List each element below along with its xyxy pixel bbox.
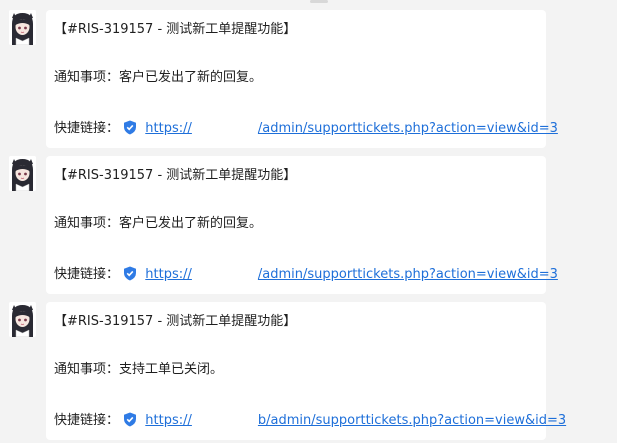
redacted-domain bbox=[191, 267, 258, 280]
chat-message: 【#RIS-319157 - 测试新工单提醒功能】 通知事项：客户已发出了新的回… bbox=[0, 156, 617, 294]
avatar[interactable] bbox=[9, 302, 36, 337]
quick-link-row: 快捷链接： https:///admin/supporttickets.php?… bbox=[54, 266, 558, 283]
quick-link-label: 快捷链接： bbox=[54, 267, 120, 282]
scroll-indicator bbox=[310, 0, 328, 3]
ticket-title: 【#RIS-319157 - 测试新工单提醒功能】 bbox=[54, 314, 297, 329]
avatar[interactable] bbox=[9, 10, 36, 45]
ticket-title: 【#RIS-319157 - 测试新工单提醒功能】 bbox=[54, 168, 297, 183]
shield-check-icon bbox=[124, 120, 137, 135]
ticket-title: 【#RIS-319157 - 测试新工单提醒功能】 bbox=[54, 22, 297, 37]
redacted-domain bbox=[191, 121, 258, 134]
avatar[interactable] bbox=[9, 156, 36, 191]
notice-text: 通知事项：客户已发出了新的回复。 bbox=[54, 70, 263, 85]
message-bubble: 【#RIS-319157 - 测试新工单提醒功能】 通知事项：支持工单已关闭。 … bbox=[46, 302, 566, 440]
redacted-domain bbox=[191, 413, 258, 426]
chat-message: 【#RIS-319157 - 测试新工单提醒功能】 通知事项：支持工单已关闭。 … bbox=[0, 302, 617, 440]
notice-text: 通知事项：客户已发出了新的回复。 bbox=[54, 216, 263, 231]
message-bubble: 【#RIS-319157 - 测试新工单提醒功能】 通知事项：客户已发出了新的回… bbox=[46, 156, 558, 294]
quick-link-row: 快捷链接： https:///admin/supporttickets.php?… bbox=[54, 120, 558, 137]
shield-check-icon bbox=[124, 412, 137, 427]
notice-text: 通知事项：支持工单已关闭。 bbox=[54, 362, 224, 377]
quick-link-row: 快捷链接： https://b/admin/supporttickets.php… bbox=[54, 412, 566, 429]
quick-link-label: 快捷链接： bbox=[54, 121, 120, 136]
message-bubble: 【#RIS-319157 - 测试新工单提醒功能】 通知事项：客户已发出了新的回… bbox=[46, 10, 558, 148]
ticket-link[interactable]: https:///admin/supporttickets.php?action… bbox=[145, 267, 558, 282]
shield-check-icon bbox=[124, 266, 137, 281]
quick-link-label: 快捷链接： bbox=[54, 413, 120, 428]
chat-message: 【#RIS-319157 - 测试新工单提醒功能】 通知事项：客户已发出了新的回… bbox=[0, 10, 617, 148]
ticket-link[interactable]: https:///admin/supporttickets.php?action… bbox=[145, 121, 558, 136]
ticket-link[interactable]: https://b/admin/supporttickets.php?actio… bbox=[145, 413, 566, 428]
